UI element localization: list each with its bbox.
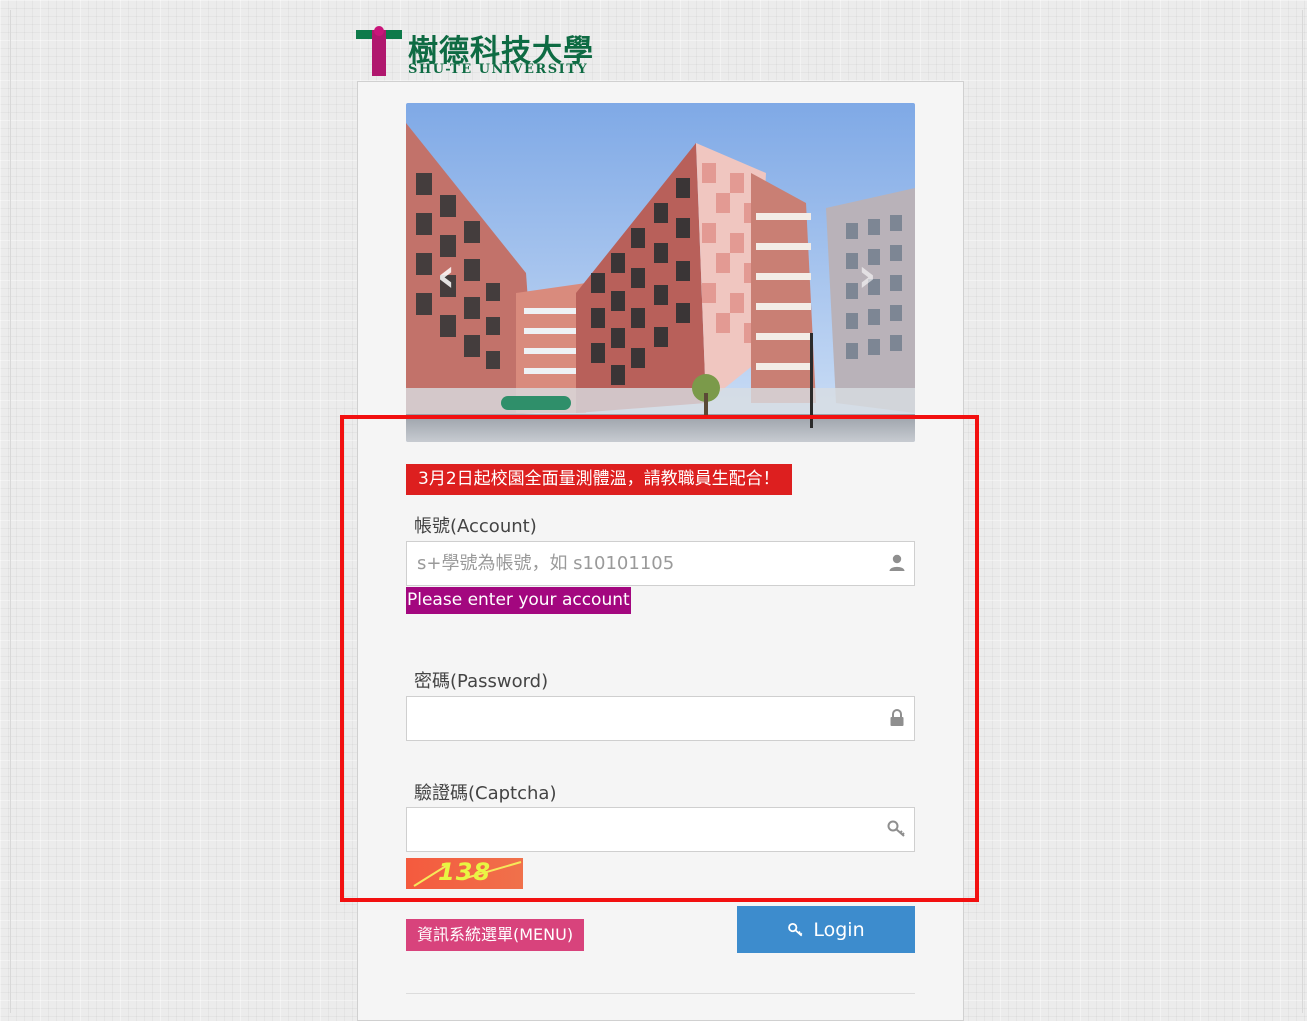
key-icon xyxy=(788,922,803,936)
announcement-banner: 3月2日起校園全面量測體溫，請教職員生配合！ xyxy=(406,464,792,495)
carousel-prev-chevron-left-icon[interactable]: ‹ xyxy=(428,248,464,302)
captcha-label: 驗證碼(Captcha) xyxy=(414,783,557,804)
lock-icon xyxy=(890,709,904,726)
captcha-code-text: 138 xyxy=(438,858,492,886)
campus-carousel[interactable]: ‹ › xyxy=(406,103,915,442)
login-button-label: Login xyxy=(813,918,865,941)
login-button[interactable]: Login xyxy=(737,906,915,953)
key-icon xyxy=(887,820,905,837)
captcha-image[interactable]: 138 xyxy=(406,858,523,889)
captcha-field[interactable] xyxy=(406,807,915,852)
password-field[interactable] xyxy=(406,696,915,741)
logo-english-name: SHU-TE UNIVERSITY xyxy=(408,62,589,77)
account-label: 帳號(Account) xyxy=(414,516,537,537)
info-system-menu-button[interactable]: 資訊系統選單(MENU) xyxy=(406,919,585,951)
password-label: 密碼(Password) xyxy=(414,671,549,692)
university-logo[interactable]: 樹德科技大學 SHU-TE UNIVERSITY xyxy=(356,26,636,78)
logo-mark-icon xyxy=(356,26,402,76)
captcha-input[interactable] xyxy=(407,808,887,851)
user-icon xyxy=(889,554,905,571)
card-divider xyxy=(406,993,915,994)
account-field[interactable] xyxy=(406,541,915,586)
account-error-message: Please enter your account xyxy=(406,587,631,614)
carousel-next-chevron-right-icon[interactable]: › xyxy=(849,248,885,302)
account-input[interactable] xyxy=(407,542,887,585)
campus-building-photo xyxy=(406,103,915,442)
password-input[interactable] xyxy=(407,697,887,740)
